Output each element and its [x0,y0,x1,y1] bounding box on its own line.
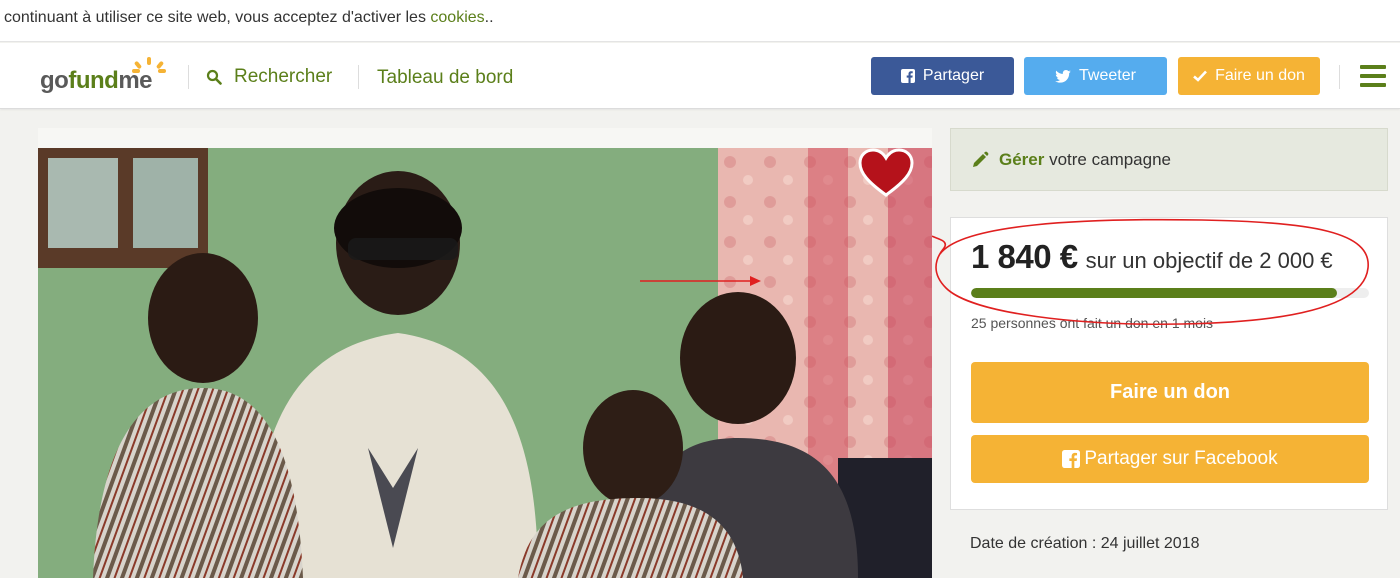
search-icon [206,69,222,85]
nav-divider [1339,65,1340,89]
twitter-icon [1055,69,1071,83]
tweet-label: Tweeter [1079,67,1136,84]
facebook-icon [900,69,915,83]
tweet-button[interactable]: Tweeter [1024,57,1167,95]
top-navbar: gofundme Rechercher Tableau de bord Part… [0,43,1400,109]
cookie-suffix: .. [484,9,494,26]
progress-fill [971,288,1338,298]
creation-date: Date de création : 24 juillet 2018 [970,535,1200,552]
facebook-icon [1062,450,1081,468]
campaign-photo [38,148,932,578]
cookie-banner: continuant à utiliser ce site web, vous … [0,0,1400,42]
nav-divider [188,65,189,89]
manage-campaign-link[interactable]: Gérer votre campagne [950,128,1388,191]
nav-divider [358,65,359,89]
cookies-link[interactable]: cookies [430,9,484,26]
cookie-text: continuant à utiliser ce site web, vous … [4,9,431,26]
menu-icon[interactable] [1360,65,1386,87]
donate-header-button[interactable]: Faire un don [1178,57,1320,95]
donate-header-label: Faire un don [1215,67,1305,84]
donation-card: 1 840 € sur un objectif de 2 000 € 25 pe… [950,217,1388,510]
share-facebook-button[interactable]: Partager [871,57,1014,95]
pencil-icon [973,151,989,167]
campaign-photo-card [38,128,932,578]
gofundme-logo[interactable]: gofundme [38,57,168,97]
raised-amount: 1 840 € [971,238,1078,275]
search-link[interactable]: Rechercher [206,65,332,89]
progress-bar [971,288,1369,298]
search-label: Rechercher [234,66,333,87]
annotation-arrow [640,276,761,286]
family-photo-illustration [38,148,932,578]
logo-wordmark: gofundme [40,67,152,94]
manage-label: Gérer votre campagne [999,149,1172,169]
heart-icon[interactable] [858,148,914,198]
share-label: Partager [922,67,985,84]
share-facebook-label: Partager sur Facebook [1084,448,1278,469]
dashboard-link[interactable]: Tableau de bord [377,67,513,89]
goal-text: sur un objectif de 2 000 € [1085,248,1333,273]
share-facebook-main-button[interactable]: Partager sur Facebook [971,435,1369,483]
check-icon [1193,70,1208,82]
raised-amount-row: 1 840 € sur un objectif de 2 000 € [971,238,1333,276]
donate-main-button[interactable]: Faire un don [971,362,1369,423]
donors-count-text: 25 personnes ont fait un don en 1 mois [971,315,1214,331]
